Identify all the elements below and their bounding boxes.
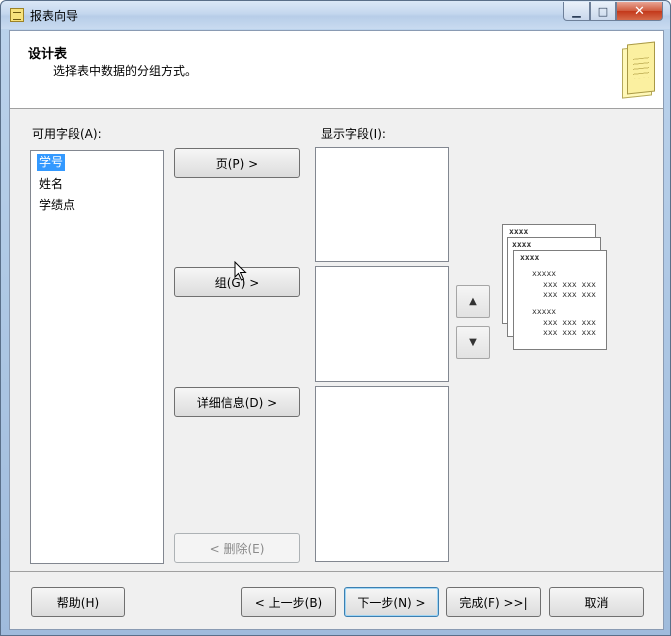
preview-header-text: xxxx — [512, 240, 532, 249]
page-title: 设计表 — [28, 47, 68, 62]
available-field-item[interactable]: 姓名 — [37, 176, 65, 193]
window-title: 报表向导 — [30, 9, 79, 23]
arrow-up-icon: ▲ — [469, 296, 477, 307]
available-fields-list[interactable]: 学号 姓名 学绩点 — [30, 150, 164, 564]
available-fields-label: 可用字段(A): — [32, 127, 102, 141]
close-button[interactable]: ✕ — [616, 2, 663, 21]
details-fields-list[interactable] — [315, 386, 449, 562]
report-page-front — [627, 41, 655, 95]
preview-group-text: xxxxx — [532, 269, 557, 278]
mouse-cursor-icon — [234, 261, 247, 281]
preview-header-text: xxxx — [509, 227, 529, 236]
footer-divider — [10, 571, 663, 572]
preview-header-text: xxxx — [520, 253, 540, 262]
remove-field-button[interactable]: < 删除(E) — [174, 533, 300, 563]
add-details-field-button[interactable]: 详细信息(D) > — [174, 387, 300, 417]
available-field-item[interactable]: 学绩点 — [37, 197, 77, 214]
preview-group-text: xxxxx — [532, 307, 557, 316]
page-subtitle: 选择表中数据的分组方式。 — [53, 64, 198, 78]
title-bar[interactable]: 报表向导 ▁ □ ✕ — [1, 1, 670, 29]
layout-preview: xxxx xxxx xxxx xxxxx xxx xxx xxx xxx xxx… — [500, 224, 610, 354]
preview-detail-text: xxx xxx xxx — [543, 280, 596, 289]
help-button[interactable]: 帮助(H) — [31, 587, 125, 617]
available-field-item[interactable]: 学号 — [37, 154, 66, 171]
preview-page: xxxx xxxxx xxx xxx xxx xxx xxx xxx xxxxx… — [513, 250, 607, 350]
group-fields-list[interactable] — [315, 266, 449, 382]
arrow-down-icon: ▼ — [469, 337, 477, 348]
wizard-header: 设计表 选择表中数据的分组方式。 — [10, 31, 663, 109]
next-button[interactable]: 下一步(N) > — [344, 587, 439, 617]
preview-detail-text: xxx xxx xxx — [543, 318, 596, 327]
report-wizard-window: 报表向导 ▁ □ ✕ 设计表 选择表中数据的分组方式。 可用字段(A): 学号 … — [0, 0, 671, 636]
move-down-button[interactable]: ▼ — [456, 326, 490, 359]
add-page-field-button[interactable]: 页(P) > — [174, 148, 300, 178]
move-up-button[interactable]: ▲ — [456, 285, 490, 318]
minimize-button[interactable]: ▁ — [563, 2, 590, 21]
page-fields-list[interactable] — [315, 147, 449, 262]
display-fields-label: 显示字段(I): — [321, 127, 386, 141]
finish-button[interactable]: 完成(F) >>| — [446, 587, 541, 617]
wizard-client-area: 设计表 选择表中数据的分组方式。 可用字段(A): 学号 姓名 学绩点 页(P)… — [9, 30, 664, 630]
preview-detail-text: xxx xxx xxx — [543, 328, 596, 337]
report-wizard-icon — [10, 8, 24, 22]
report-graphic-icon — [618, 41, 656, 99]
maximize-button[interactable]: □ — [590, 2, 616, 21]
preview-detail-text: xxx xxx xxx — [543, 290, 596, 299]
back-button[interactable]: < 上一步(B) — [241, 587, 336, 617]
cancel-button[interactable]: 取消 — [549, 587, 644, 617]
